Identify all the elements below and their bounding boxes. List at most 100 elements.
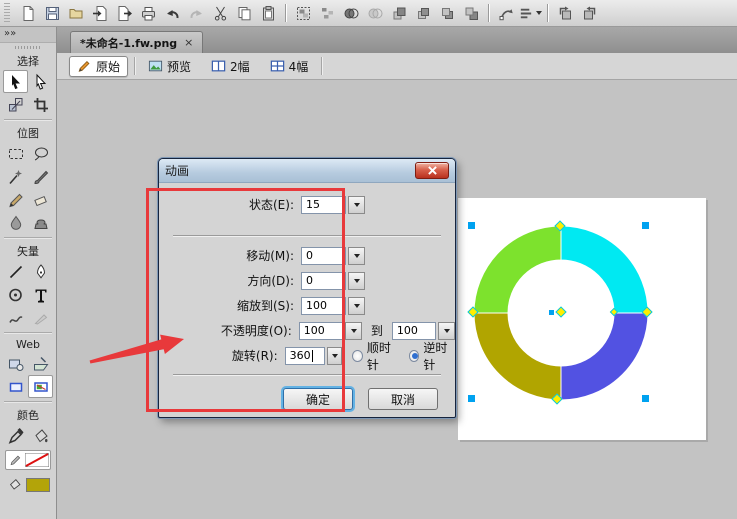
pen-tool[interactable] bbox=[28, 260, 53, 283]
clockwise-radio[interactable] bbox=[352, 349, 363, 362]
pointer-tool[interactable] bbox=[3, 70, 28, 93]
hide-slices-tool[interactable] bbox=[3, 375, 28, 398]
import-icon[interactable] bbox=[88, 2, 112, 24]
slice-tool[interactable] bbox=[28, 352, 53, 375]
original-view-button[interactable]: 原始 bbox=[69, 55, 129, 77]
opacity-to-dropdown-button[interactable] bbox=[438, 321, 455, 340]
rotate-dropdown-button[interactable] bbox=[326, 346, 343, 365]
new-document-icon[interactable] bbox=[16, 2, 40, 24]
rotate-90-cw-icon[interactable] bbox=[577, 2, 601, 24]
selection-handle-top-right[interactable] bbox=[642, 222, 649, 229]
tab-close-icon[interactable]: × bbox=[184, 36, 193, 49]
state-input[interactable]: 15 bbox=[301, 195, 346, 214]
text-tool[interactable] bbox=[28, 283, 53, 306]
scale-input[interactable]: 100 bbox=[301, 296, 346, 315]
dialog-close-button[interactable] bbox=[415, 162, 449, 179]
open-icon[interactable] bbox=[64, 2, 88, 24]
bring-to-front-icon[interactable] bbox=[387, 2, 411, 24]
subselection-tool[interactable] bbox=[28, 70, 53, 93]
selection-handle-bottom-left[interactable] bbox=[468, 395, 475, 402]
counterclockwise-radio[interactable] bbox=[408, 349, 420, 362]
undo-icon[interactable] bbox=[160, 2, 184, 24]
donut-segment-bottom-left[interactable] bbox=[473, 312, 562, 401]
rubber-stamp-tool[interactable] bbox=[28, 211, 53, 234]
chevron-down-icon bbox=[353, 303, 360, 308]
send-backward-icon[interactable] bbox=[435, 2, 459, 24]
move-dropdown-button[interactable] bbox=[348, 246, 365, 265]
four-up-view-button[interactable]: 4幅 bbox=[263, 56, 316, 77]
panel-grip[interactable] bbox=[0, 43, 56, 51]
viewbar-separator bbox=[134, 57, 136, 75]
marquee-tool[interactable] bbox=[3, 142, 28, 165]
opacity-from-dropdown-button[interactable] bbox=[345, 321, 362, 340]
preview-view-button[interactable]: 预览 bbox=[141, 56, 198, 77]
opacity-from-input[interactable]: 100 bbox=[298, 321, 344, 340]
donut-segment-top-right[interactable] bbox=[560, 225, 649, 314]
direction-dropdown-button[interactable] bbox=[348, 271, 365, 290]
line-tool[interactable] bbox=[3, 260, 28, 283]
move-input[interactable]: 0 bbox=[301, 246, 346, 265]
opacity-to-input[interactable]: 100 bbox=[391, 321, 437, 340]
canvas[interactable] bbox=[458, 198, 706, 440]
direction-input[interactable]: 0 bbox=[301, 271, 346, 290]
paint-bucket-tool[interactable] bbox=[28, 424, 53, 447]
ok-button[interactable]: 确定 bbox=[283, 388, 353, 410]
document-tab[interactable]: *未命名-1.fw.png × bbox=[70, 31, 204, 53]
combine-shapes-icon[interactable] bbox=[339, 2, 363, 24]
toolbar-grip[interactable] bbox=[4, 3, 10, 23]
donut-segment-top-left[interactable] bbox=[473, 225, 562, 314]
fill-color-swatch[interactable] bbox=[25, 477, 50, 492]
align-icon[interactable] bbox=[518, 2, 542, 24]
magic-wand-tool[interactable] bbox=[3, 165, 28, 188]
bring-forward-icon[interactable] bbox=[411, 2, 435, 24]
document-tab-title: *未命名-1.fw.png bbox=[80, 36, 178, 50]
knife-tool[interactable] bbox=[28, 306, 53, 329]
section-label-bitmap: 位图 bbox=[17, 127, 39, 140]
stroke-color-well[interactable] bbox=[5, 450, 51, 470]
rotate-input[interactable]: 360 bbox=[284, 346, 325, 365]
fill-color-well[interactable] bbox=[0, 473, 56, 496]
eraser-tool[interactable] bbox=[28, 188, 53, 211]
ellipse-tool[interactable] bbox=[3, 283, 28, 306]
cancel-button[interactable]: 取消 bbox=[368, 388, 438, 410]
crop-tool[interactable] bbox=[28, 93, 53, 116]
paste-icon[interactable] bbox=[256, 2, 280, 24]
scale-tool[interactable] bbox=[3, 93, 28, 116]
freeform-tool[interactable] bbox=[3, 306, 28, 329]
print-icon[interactable] bbox=[136, 2, 160, 24]
group-icon[interactable] bbox=[291, 2, 315, 24]
selection-handle-bottom-right[interactable] bbox=[642, 395, 649, 402]
rotate-90-ccw-icon[interactable] bbox=[553, 2, 577, 24]
state-dropdown-button[interactable] bbox=[348, 195, 365, 214]
eyedropper-tool[interactable] bbox=[3, 424, 28, 447]
dialog-separator bbox=[173, 235, 441, 236]
state-label: 状态(E): bbox=[249, 198, 294, 212]
hotspot-tool[interactable] bbox=[3, 352, 28, 375]
fill-bucket-icon bbox=[9, 478, 21, 490]
brush-tool[interactable] bbox=[28, 165, 53, 188]
free-transform-icon[interactable] bbox=[494, 2, 518, 24]
stroke-color-swatch[interactable] bbox=[24, 453, 49, 467]
copy-icon[interactable] bbox=[232, 2, 256, 24]
panel-collapse-chevrons-icon[interactable]: »» bbox=[0, 27, 56, 43]
two-up-view-button[interactable]: 2幅 bbox=[204, 56, 257, 77]
pencil-tool[interactable] bbox=[3, 188, 28, 211]
export-icon[interactable] bbox=[112, 2, 136, 24]
scale-dropdown-button[interactable] bbox=[348, 296, 365, 315]
donut-shape[interactable] bbox=[458, 198, 706, 440]
donut-segment-bottom-right[interactable] bbox=[560, 312, 649, 401]
selection-handle-top-left[interactable] bbox=[468, 222, 475, 229]
show-slices-tool[interactable] bbox=[28, 375, 53, 398]
center-anchor-square[interactable] bbox=[549, 310, 554, 315]
send-to-back-icon[interactable] bbox=[459, 2, 483, 24]
cut-icon[interactable] bbox=[208, 2, 232, 24]
dialog-title-bar[interactable]: 动画 bbox=[159, 159, 455, 183]
blur-tool[interactable] bbox=[3, 211, 28, 234]
redo-icon[interactable] bbox=[184, 2, 208, 24]
split-shapes-icon[interactable] bbox=[363, 2, 387, 24]
save-icon[interactable] bbox=[40, 2, 64, 24]
text-caret bbox=[311, 349, 313, 362]
stroke-pencil-icon bbox=[10, 455, 21, 466]
lasso-tool[interactable] bbox=[28, 142, 53, 165]
ungroup-icon[interactable] bbox=[315, 2, 339, 24]
